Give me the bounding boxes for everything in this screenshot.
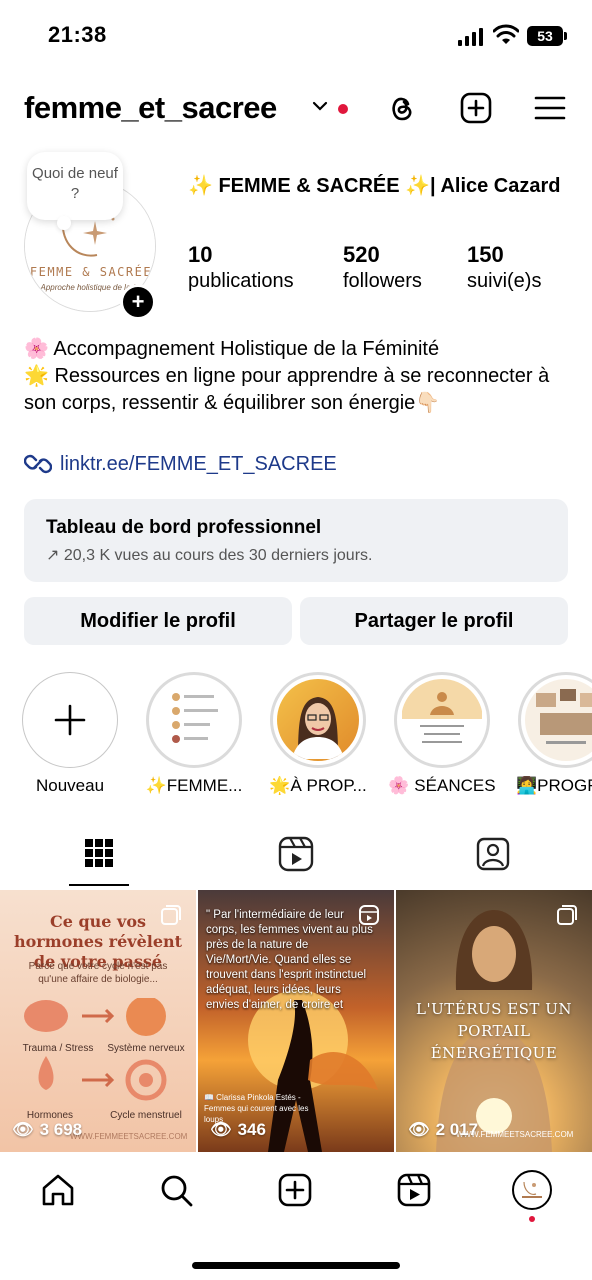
highlight-ring (270, 672, 366, 768)
notification-dot (338, 104, 348, 114)
tagged-tab-icon[interactable] (473, 834, 513, 874)
post-label: Cycle menstruel (110, 1110, 182, 1121)
highlight-new-circle (22, 672, 118, 768)
meditation-thumbnail (402, 679, 482, 743)
dashboard-subtitle: ↗ 20,3 K vues au cours des 30 derniers j… (46, 547, 373, 564)
wifi-icon (493, 24, 519, 44)
highlight-programme[interactable]: 👩‍💻PROGR (516, 672, 592, 795)
following-count[interactable]: 150 (467, 242, 504, 268)
highlight-cover (401, 679, 483, 761)
dashboard-title: Tableau de bord professionnel (46, 517, 322, 538)
following-label[interactable]: suivi(e)s (467, 270, 541, 293)
posts-count[interactable]: 10 (188, 242, 212, 268)
battery-icon: 53 (527, 26, 567, 46)
avatar-logo (522, 1181, 542, 1198)
new-post-icon[interactable] (277, 1172, 313, 1208)
followers-count[interactable]: 520 (343, 242, 380, 268)
post-quote-text: " Par l'intermédiaire de leur corps, les… (206, 909, 373, 1011)
avatar-brand: FEMME & SACRÉE (29, 265, 153, 279)
add-story-button[interactable]: + (120, 284, 156, 320)
link-icon (24, 454, 52, 474)
portrait-thumbnail (292, 697, 344, 759)
highlight-cover (525, 679, 592, 761)
post-views: 👁 2 017 (408, 1120, 478, 1140)
highlight-femme[interactable]: ✨FEMME... (146, 672, 242, 795)
eye-icon: 👁 (210, 1120, 232, 1139)
post-views: 👁 346 (210, 1120, 266, 1140)
post-title: L'UTÉRUS EST UN PORTAIL ÉNERGÉTIQUE (416, 1000, 572, 1062)
highlight-seances[interactable]: 🌸 SÉANCES (388, 672, 496, 795)
eye-icon: 👁 (408, 1120, 430, 1139)
profile-nav-avatar[interactable] (512, 1170, 552, 1210)
highlight-cover (153, 679, 235, 761)
threads-icon[interactable] (386, 92, 418, 124)
bio-link[interactable]: linktr.ee/FEMME_ET_SACREE (24, 452, 337, 476)
highlight-a-propos[interactable]: 🌟À PROP... (269, 672, 367, 795)
carousel-icon (161, 905, 181, 925)
active-tab-indicator (69, 884, 129, 886)
post-views: 👁 3 698 (12, 1120, 82, 1140)
highlight-ring (394, 672, 490, 768)
edit-profile-button[interactable]: Modifier le profil (24, 597, 292, 645)
home-icon[interactable] (40, 1172, 76, 1208)
highlight-label: Nouveau (35, 776, 105, 795)
note-bubble[interactable]: Quoi de neuf ? (27, 152, 123, 230)
notification-dot (529, 1216, 535, 1222)
post-label: Trauma / Stress (22, 1043, 94, 1054)
list-thumbnail (172, 693, 218, 743)
views-count: 346 (237, 1120, 266, 1139)
chevron-down-icon[interactable] (312, 100, 328, 112)
username-switcher[interactable]: femme_et_sacree (24, 90, 277, 126)
followers-label[interactable]: followers (343, 270, 422, 293)
post-hormones[interactable]: Ce que vos hormones révèlent de votre pa… (0, 890, 196, 1152)
create-icon[interactable] (460, 92, 492, 124)
signal-icon (458, 28, 483, 46)
menu-icon[interactable] (534, 92, 566, 124)
bio-link-text: linktr.ee/FEMME_ET_SACREE (60, 452, 337, 475)
views-count: 3 698 (39, 1120, 83, 1139)
share-profile-button[interactable]: Partager le profil (300, 597, 568, 645)
highlight-label: 🌸 SÉANCES (388, 776, 496, 795)
post-label: Système nerveux (107, 1043, 185, 1054)
reel-icon (359, 905, 379, 925)
highlight-ring (518, 672, 592, 768)
post-quote[interactable]: " Par l'intermédiaire de leur corps, les… (198, 890, 394, 1152)
post-subtitle: Parce que votre cycle n'est pas qu'une a… (28, 961, 168, 985)
highlight-new[interactable]: Nouveau (22, 672, 118, 795)
search-icon[interactable] (158, 1172, 194, 1208)
carousel-icon (557, 905, 577, 925)
profile-bio: 🌸 Accompagnement Holistique de la Fémini… (24, 336, 554, 417)
home-indicator (192, 1262, 400, 1269)
eye-icon: 👁 (12, 1120, 34, 1139)
professional-dashboard[interactable]: Tableau de bord professionnel ↗ 20,3 K v… (24, 499, 568, 582)
highlight-label: ✨FEMME... (145, 776, 243, 795)
bio-line: 🌟 Ressources en ligne pour apprendre à s… (24, 365, 550, 414)
views-count: 2 017 (435, 1120, 479, 1139)
grid-tab-icon[interactable] (79, 834, 119, 874)
highlight-cover (277, 679, 359, 761)
post-uterus[interactable]: L'UTÉRUS EST UN PORTAIL ÉNERGÉTIQUE WWW.… (396, 890, 592, 1152)
profile-full-name: ✨ FEMME & SACRÉE ✨| Alice Cazard (188, 175, 561, 197)
posts-label[interactable]: publications (188, 270, 294, 293)
highlight-label: 👩‍💻PROGR (516, 776, 592, 795)
status-time: 21:38 (48, 22, 107, 47)
reels-icon[interactable] (396, 1172, 432, 1208)
bio-line: 🌸 Accompagnement Holistique de la Fémini… (24, 338, 440, 360)
note-text: Quoi de neuf ? (32, 165, 118, 202)
plus-icon (54, 704, 86, 736)
highlight-label: 🌟À PROP... (269, 776, 367, 795)
highlight-ring (146, 672, 242, 768)
grid-thumbnail (536, 689, 592, 744)
reels-tab-icon[interactable] (276, 834, 316, 874)
post-watermark: WWW.FEMMEETSACREE.COM (70, 1132, 188, 1141)
